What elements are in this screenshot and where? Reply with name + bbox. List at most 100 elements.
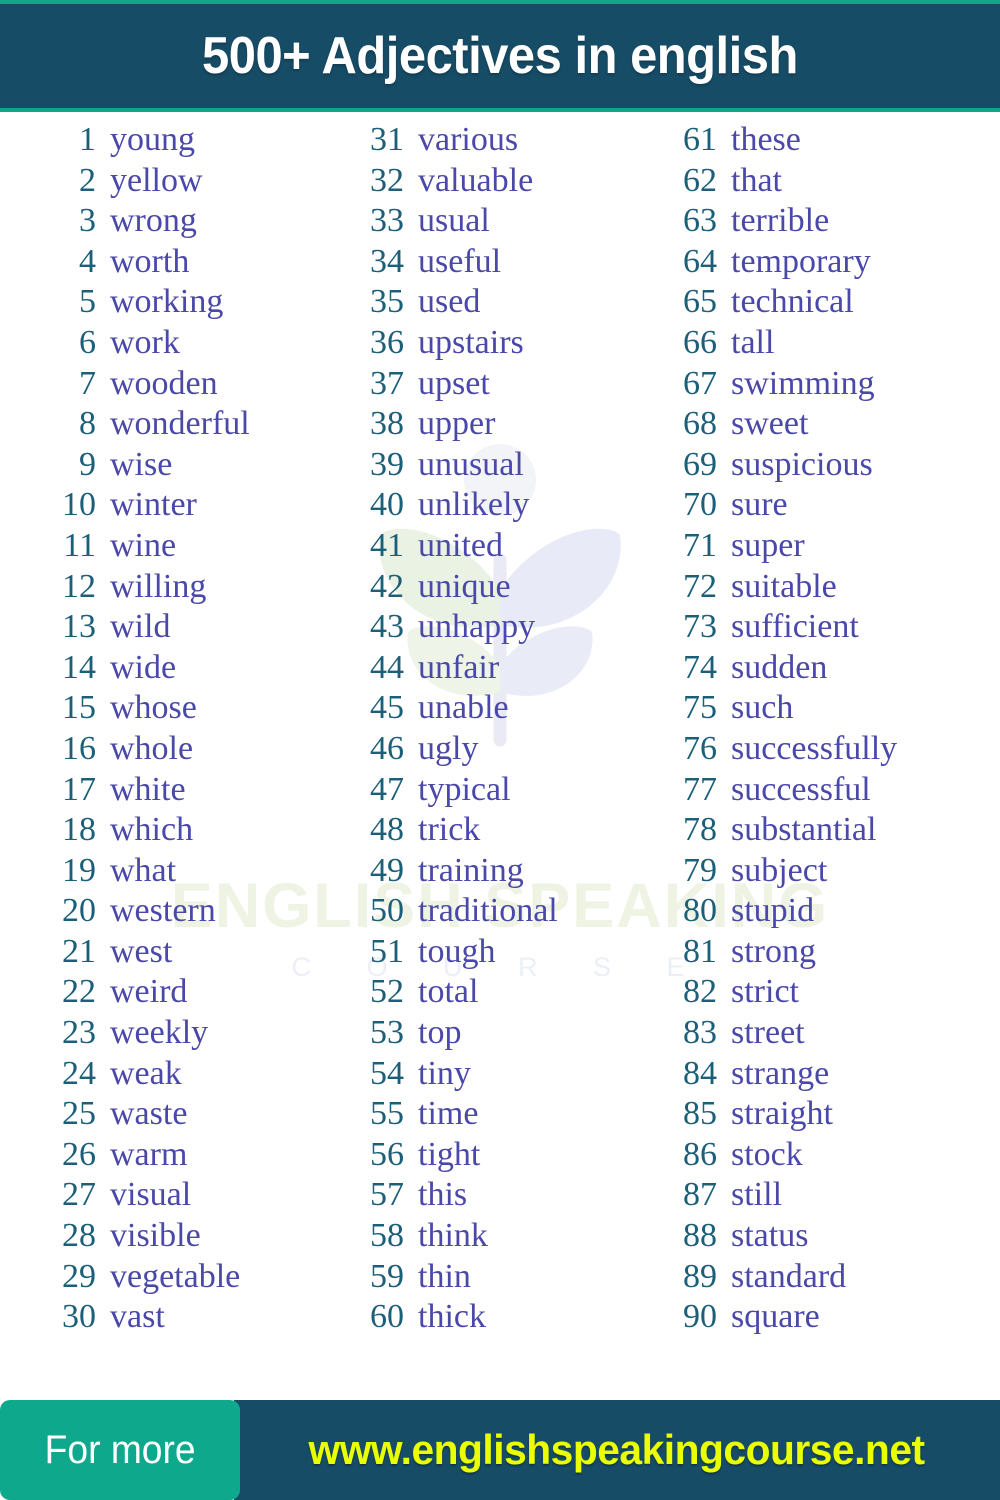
list-item-number: 60 <box>370 1298 404 1336</box>
list-item: 24 weak <box>0 1054 310 1095</box>
list-item-number: 23 <box>62 1014 96 1052</box>
list-item-word: upper <box>418 405 496 443</box>
list-item: 12 willing <box>0 567 310 608</box>
list-item: 39 unusual <box>310 445 625 486</box>
list-item: 64 temporary <box>625 242 1000 283</box>
list-item-number: 9 <box>79 445 96 483</box>
list-item-number: 13 <box>62 608 96 646</box>
list-item-word: strong <box>731 932 816 970</box>
list-item: 63 terrible <box>625 201 1000 242</box>
list-item-word: which <box>110 811 194 849</box>
list-item-word: unique <box>418 567 511 605</box>
list-item: 15 whose <box>0 688 310 729</box>
list-item-number: 70 <box>683 486 717 524</box>
list-item: 35 used <box>310 282 625 323</box>
list-item: 22 weird <box>0 972 310 1013</box>
list-item: 61 these <box>625 120 1000 161</box>
list-item-number: 44 <box>370 648 404 686</box>
list-item-word: tight <box>418 1135 481 1173</box>
list-item: 3 wrong <box>0 201 310 242</box>
list-item: 74 sudden <box>625 648 1000 689</box>
list-item-number: 31 <box>370 121 404 158</box>
list-item: 19 what <box>0 851 310 892</box>
list-item: 73 sufficient <box>625 607 1000 648</box>
list-item: 14 wide <box>0 648 310 689</box>
list-item-number: 30 <box>62 1298 96 1336</box>
list-item-word: west <box>110 932 173 970</box>
list-item-number: 84 <box>683 1054 717 1092</box>
list-item: 59 thin <box>310 1257 625 1298</box>
list-item-number: 65 <box>683 283 717 321</box>
list-item-word: worth <box>110 242 190 280</box>
list-item: 81 strong <box>625 932 1000 973</box>
list-item-number: 7 <box>79 364 96 402</box>
list-item: 16 whole <box>0 729 310 770</box>
list-item: 31 various <box>310 120 625 161</box>
list-item-number: 76 <box>683 729 717 767</box>
list-item: 42 unique <box>310 567 625 608</box>
list-item-number: 67 <box>683 364 717 402</box>
list-item: 69 suspicious <box>625 445 1000 486</box>
website-url-link[interactable]: www.englishspeakingcourse.net <box>309 1426 926 1474</box>
list-item-word: such <box>731 689 794 727</box>
list-item: 68 sweet <box>625 404 1000 445</box>
list-item-number: 43 <box>370 608 404 646</box>
list-item-word: united <box>418 526 503 564</box>
list-item-number: 50 <box>370 892 404 930</box>
list-item-number: 42 <box>370 567 404 605</box>
list-item-number: 64 <box>683 242 717 280</box>
list-item-word: weak <box>110 1054 182 1092</box>
list-item: 87 still <box>625 1175 1000 1216</box>
list-item-number: 55 <box>370 1095 404 1133</box>
list-item: 78 substantial <box>625 810 1000 851</box>
list-item-number: 53 <box>370 1014 404 1052</box>
list-item-number: 16 <box>62 729 96 767</box>
list-item-number: 8 <box>79 405 96 443</box>
list-item: 54 tiny <box>310 1054 625 1095</box>
list-item: 20 western <box>0 891 310 932</box>
list-item: 86 stock <box>625 1135 1000 1176</box>
list-item-number: 52 <box>370 973 404 1011</box>
list-item-number: 59 <box>370 1257 404 1295</box>
list-item-number: 26 <box>62 1135 96 1173</box>
list-item-number: 47 <box>370 770 404 808</box>
list-item: 8 wonderful <box>0 404 310 445</box>
list-item: 77 successful <box>625 770 1000 811</box>
list-item-word: ugly <box>418 729 479 767</box>
list-item-word: stock <box>731 1135 803 1173</box>
list-item: 29 vegetable <box>0 1257 310 1298</box>
list-item: 33 usual <box>310 201 625 242</box>
list-item-word: weird <box>110 973 188 1011</box>
list-item-word: what <box>110 851 177 889</box>
list-item: 48 trick <box>310 810 625 851</box>
list-item-number: 33 <box>370 202 404 240</box>
list-item: 1 young <box>0 120 310 161</box>
list-item: 71 super <box>625 526 1000 567</box>
list-item-word: trick <box>418 811 481 849</box>
list-item: 34 useful <box>310 242 625 283</box>
list-item-word: young <box>110 121 195 158</box>
list-item-word: wooden <box>110 364 218 402</box>
list-item-number: 3 <box>79 202 96 240</box>
list-item: 47 typical <box>310 770 625 811</box>
list-item-number: 45 <box>370 689 404 727</box>
list-item-number: 69 <box>683 445 717 483</box>
list-item-word: upset <box>418 364 490 402</box>
list-item-word: vast <box>110 1298 165 1336</box>
list-item: 6 work <box>0 323 310 364</box>
list-item-word: white <box>110 770 186 808</box>
list-item-number: 66 <box>683 323 717 361</box>
list-item-word: street <box>731 1014 805 1052</box>
list-item-word: wise <box>110 445 173 483</box>
list-item-word: successfully <box>731 729 898 767</box>
for-more-badge: For more <box>0 1400 240 1500</box>
list-item: 18 which <box>0 810 310 851</box>
list-item-number: 12 <box>62 567 96 605</box>
list-item-number: 62 <box>683 161 717 199</box>
list-item: 53 top <box>310 1013 625 1054</box>
adjectives-column-2: 31 various 32 valuable 33 usual 34 useful 35 used… <box>310 120 625 1390</box>
list-item-number: 61 <box>683 121 717 158</box>
list-item-word: valuable <box>418 161 534 199</box>
list-item-word: upstairs <box>418 323 524 361</box>
list-item: 17 white <box>0 770 310 811</box>
